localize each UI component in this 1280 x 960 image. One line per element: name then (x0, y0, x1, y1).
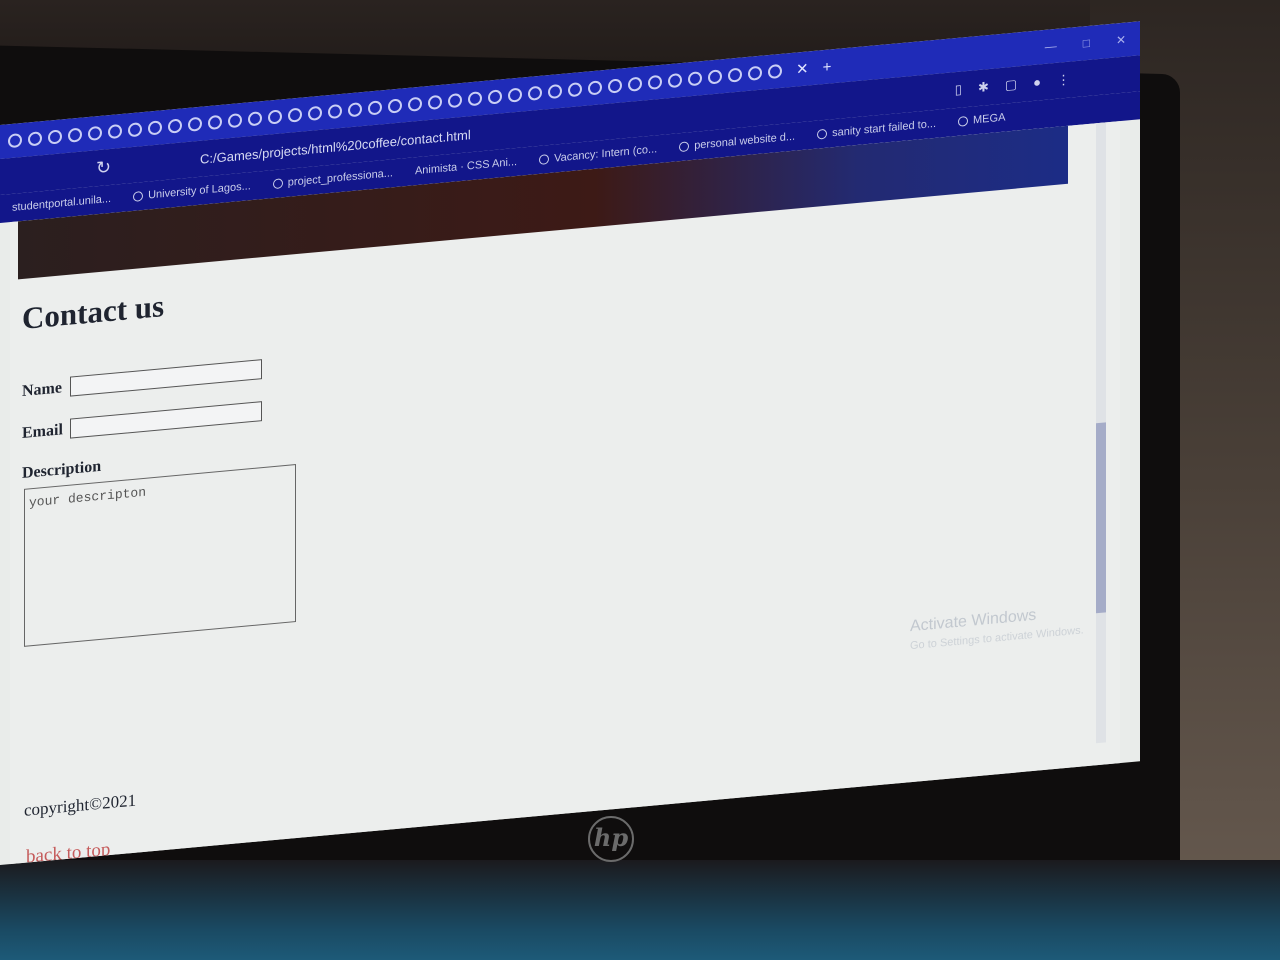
tab-favicon-icon[interactable] (748, 65, 762, 81)
tab-favicon-icon[interactable] (468, 91, 482, 107)
sidebar-icon[interactable]: ▢ (1005, 76, 1017, 93)
description-textarea[interactable]: your descripton (24, 464, 296, 647)
laptop-screen: ✕ + — □ ✕ ↻ C:/Games/projects/html%20cof… (0, 21, 1140, 865)
email-label: Email (22, 421, 63, 442)
bookmark-item[interactable]: project_professiona... (272, 167, 393, 190)
tab-favicon-icon[interactable] (408, 96, 422, 112)
extensions-icon[interactable]: ✱ (978, 79, 989, 96)
tab-favicon-icon[interactable] (128, 122, 142, 138)
menu-icon[interactable]: ⋮ (1057, 72, 1070, 89)
bookmark-item[interactable]: personal website d... (679, 131, 795, 154)
tab-favicon-icon[interactable] (628, 76, 642, 92)
name-input[interactable] (70, 359, 262, 397)
tab-favicon-icon[interactable] (328, 103, 342, 120)
tab-favicon-icon[interactable] (768, 63, 782, 80)
site-icon (679, 141, 690, 153)
tab-favicon-icon[interactable] (588, 80, 602, 96)
bookmark-item[interactable]: University of Lagos... (133, 180, 251, 203)
globe-icon (133, 190, 144, 202)
tab-favicon-icon[interactable] (148, 120, 162, 136)
tab-favicon-icon[interactable] (88, 125, 102, 141)
tab-favicon-icon[interactable] (208, 114, 222, 131)
description-label: Description (22, 457, 102, 482)
tab-favicon-icon[interactable] (428, 94, 442, 111)
page-content: Contact us Name Email Description your d… (10, 121, 1120, 865)
tab-favicon-icon[interactable] (168, 118, 182, 134)
tab-favicon-icon[interactable] (188, 116, 202, 132)
tab-favicon-icon[interactable] (648, 74, 662, 91)
tab-favicon-icon[interactable] (528, 85, 542, 101)
tab-favicon-icon[interactable] (668, 72, 682, 89)
tab-favicon-icon[interactable] (308, 105, 322, 121)
tab-favicon-icon[interactable] (548, 83, 562, 100)
profile-icon[interactable]: ● (1033, 74, 1041, 91)
tab-favicon-icon[interactable] (508, 87, 522, 103)
tab-favicon-icon[interactable] (228, 112, 242, 129)
tab-favicon-icon[interactable] (108, 123, 122, 140)
copyright-text: copyright©2021 (24, 790, 137, 820)
tab-favicon-icon[interactable] (28, 131, 42, 147)
window-controls: — □ ✕ (1045, 31, 1140, 54)
tab-favicon-icon[interactable] (488, 89, 502, 105)
scrollbar-thumb[interactable] (1096, 422, 1106, 614)
close-window-icon[interactable]: ✕ (1116, 33, 1126, 48)
tab-favicon-icon[interactable] (268, 109, 282, 125)
tab-favicon-icon[interactable] (8, 132, 22, 149)
tab-favicon-icon[interactable] (728, 67, 742, 83)
tab-favicon-icon[interactable] (288, 107, 302, 123)
tab-favicon-icon[interactable] (248, 111, 262, 127)
bookmark-item[interactable]: sanity start failed to... (817, 118, 936, 141)
page-title: Contact us (22, 288, 165, 336)
tab-favicon-icon[interactable] (388, 98, 402, 114)
close-tab-icon[interactable]: ✕ (796, 59, 809, 78)
tab-favicon-icon[interactable] (48, 129, 62, 145)
github-icon (817, 128, 828, 140)
tab-favicon-icon[interactable] (68, 127, 82, 143)
tab-favicon-icon[interactable] (608, 78, 622, 94)
email-input[interactable] (70, 401, 262, 439)
reload-icon[interactable]: ↻ (96, 156, 120, 179)
laptop-base (0, 860, 1280, 960)
maximize-icon[interactable]: □ (1083, 36, 1090, 51)
github-icon (272, 178, 283, 190)
mega-icon (958, 115, 969, 127)
tab-favicon-icon[interactable] (368, 100, 382, 116)
new-tab-icon[interactable]: + (823, 58, 832, 76)
site-icon (539, 154, 550, 165)
bookmark-item[interactable]: MEGA (958, 111, 1005, 127)
minimize-icon[interactable]: — (1045, 39, 1057, 54)
name-label: Name (22, 379, 62, 400)
tab-favicon-icon[interactable] (448, 92, 462, 109)
tab-favicon-icon[interactable] (348, 102, 362, 118)
bookmark-item[interactable]: Vacancy: Intern (co... (539, 143, 657, 166)
reading-mode-icon[interactable]: ▯ (955, 81, 962, 98)
hp-logo: hp (588, 816, 634, 862)
bookmark-item[interactable]: Animista · CSS Ani... (415, 156, 517, 177)
tab-favicon-icon[interactable] (568, 82, 582, 98)
scrollbar[interactable] (1096, 122, 1106, 744)
bookmark-item[interactable]: studentportal.unila... (12, 193, 111, 214)
tab-favicon-icon[interactable] (688, 71, 702, 87)
tab-favicon-icon[interactable] (708, 69, 722, 85)
